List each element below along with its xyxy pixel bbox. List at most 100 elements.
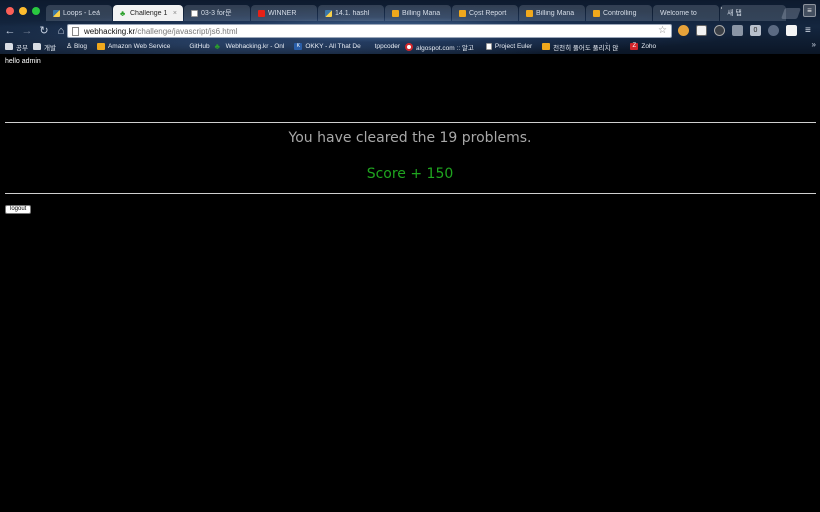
okky-icon: K bbox=[294, 43, 303, 50]
tab-label: Welcome to bbox=[660, 9, 697, 17]
bookmark-study[interactable]: 공부 bbox=[5, 42, 28, 52]
bookmark-label: GitHub bbox=[189, 43, 210, 50]
bookmark-label: 공부 bbox=[16, 44, 28, 52]
bookmark-blog[interactable]: ♙ Blog bbox=[66, 43, 87, 50]
bookmarks-overflow-icon[interactable]: » bbox=[812, 40, 816, 49]
box-icon bbox=[526, 9, 533, 17]
bookmark-label: OKKY - All That De bbox=[305, 43, 361, 50]
box-icon bbox=[392, 9, 399, 17]
bookmark-star-icon[interactable]: ☆ bbox=[658, 25, 667, 37]
tab-hashlib[interactable]: 14.1. hashl bbox=[318, 5, 384, 21]
tab-billing-2[interactable]: Billing Mana bbox=[519, 5, 585, 21]
tab-for-loop[interactable]: 03-3 for문 bbox=[184, 5, 250, 21]
zoho-icon: Z bbox=[630, 43, 639, 50]
tab-challenge[interactable]: ♣ Challenge 1 × bbox=[113, 5, 183, 21]
badge-ext-icon[interactable]: 0 bbox=[750, 25, 761, 36]
document-icon bbox=[191, 9, 198, 17]
bookmark-label: Webhacking.kr - Onl bbox=[225, 43, 285, 50]
box-icon bbox=[542, 43, 551, 50]
page-content: hello admin You have cleared the 19 prob… bbox=[0, 54, 820, 512]
tab-controlling[interactable]: Controlling bbox=[586, 5, 652, 21]
folder-icon bbox=[32, 43, 41, 50]
address-bar[interactable]: webhacking.kr/challenge/javascript/js6.h… bbox=[67, 24, 672, 38]
tab-label: Billing Mana bbox=[402, 9, 441, 17]
cleared-message: You have cleared the 19 problems. bbox=[288, 130, 532, 146]
divider-bottom bbox=[5, 193, 816, 194]
box-icon bbox=[459, 9, 466, 17]
bookmark-aws[interactable]: Amazon Web Service bbox=[96, 43, 171, 50]
greeting-text: hello admin bbox=[5, 58, 41, 65]
bookmark-github[interactable]: GitHub bbox=[180, 43, 209, 50]
bookmark-project-euler[interactable]: Project Euler bbox=[485, 43, 533, 50]
bookmark-label: topcoder bbox=[374, 43, 401, 50]
profile-menu-icon[interactable]: ≡ bbox=[803, 4, 816, 17]
github-icon bbox=[180, 43, 186, 50]
tab-winner[interactable]: WINNER bbox=[251, 5, 317, 21]
zoom-window-button[interactable] bbox=[32, 7, 40, 15]
bookmark-label: Amazon Web Service bbox=[107, 43, 171, 50]
minimize-window-button[interactable] bbox=[19, 7, 27, 15]
tab-label: 새 탭 bbox=[727, 10, 742, 17]
tab-label: Controlling bbox=[603, 9, 637, 17]
bookmark-label: Zoho bbox=[641, 43, 657, 50]
clover-icon: ♣ bbox=[214, 42, 220, 51]
person-icon: ♙ bbox=[65, 43, 73, 50]
clover-icon: ♣ bbox=[120, 8, 126, 18]
bookmark-label: algospot.com :: 알고 bbox=[416, 44, 474, 52]
home-icon[interactable]: ⌂ bbox=[54, 24, 68, 38]
cookie-icon[interactable] bbox=[678, 25, 689, 36]
back-arrow-icon[interactable]: ← bbox=[3, 24, 17, 38]
tab-cost-report[interactable]: Cost Report bbox=[452, 5, 518, 21]
logout-button[interactable]: logout bbox=[5, 205, 32, 214]
tab-loops[interactable]: Loops - Lea bbox=[46, 5, 112, 21]
page-icon bbox=[72, 26, 79, 36]
toolbar: ← → ↻ ⌂ webhacking.kr/challenge/javascri… bbox=[0, 22, 820, 40]
tab-close-icon[interactable]: × bbox=[173, 10, 177, 17]
bookmark-zoho[interactable]: Z Zoho bbox=[630, 43, 656, 50]
divider-top bbox=[5, 122, 816, 123]
url-host: webhacking.kr bbox=[84, 26, 136, 36]
document-icon bbox=[485, 43, 492, 50]
tab-label: 14.1. hashl bbox=[335, 9, 370, 17]
url-path: /challenge/javascript/js6.html bbox=[135, 26, 238, 36]
python-icon bbox=[325, 9, 332, 17]
bookmark-label: Blog bbox=[73, 43, 87, 50]
screen-ext-icon[interactable] bbox=[732, 25, 743, 36]
forward-arrow-icon[interactable]: → bbox=[20, 24, 34, 38]
tab-label: Challenge 1 bbox=[130, 9, 168, 17]
tab-welcome[interactable]: Welcome to bbox=[653, 5, 719, 21]
refresh-ext-icon[interactable] bbox=[714, 25, 725, 36]
tab-label: Loops - Lea bbox=[63, 9, 100, 17]
bookmark-okky[interactable]: K OKKY - All That De bbox=[294, 43, 361, 50]
box-icon bbox=[96, 43, 105, 50]
youtube-icon bbox=[258, 9, 265, 17]
blank-ext-icon[interactable] bbox=[786, 25, 797, 36]
bookmark-topcoder[interactable]: topcoder bbox=[375, 43, 400, 50]
tab-billing-1[interactable]: Billing Mana bbox=[385, 5, 451, 21]
bookmark-dev[interactable]: 개발 bbox=[32, 42, 56, 52]
folder-icon bbox=[5, 43, 13, 50]
tab-label: WINNER bbox=[268, 9, 297, 17]
tab-label: Cost Report bbox=[469, 9, 507, 17]
tab-label: Billing Mana bbox=[536, 9, 575, 17]
bookmark-label: 개발 bbox=[43, 44, 56, 52]
bookmark-slow-solve[interactable]: 천천히 풀어도 풀리지 않 bbox=[542, 42, 618, 52]
close-window-button[interactable] bbox=[6, 7, 14, 15]
bookmark-algospot[interactable]: algospot.com :: 알고 bbox=[405, 42, 474, 52]
bookmark-label: Project Euler bbox=[494, 43, 533, 50]
tab-label: 03-3 for문 bbox=[201, 10, 232, 17]
pocket-icon[interactable] bbox=[696, 25, 707, 36]
browser-menu-icon[interactable]: ≡ bbox=[805, 25, 815, 36]
bookmark-webhacking[interactable]: ♣ Webhacking.kr - Onl bbox=[214, 42, 285, 51]
score-message: Score + 150 bbox=[366, 166, 454, 182]
tab-new-tab[interactable]: 새 탭 bbox=[720, 5, 786, 21]
target-icon bbox=[405, 42, 414, 51]
python-icon bbox=[53, 9, 60, 17]
bookmarks-bar: 공부 개발 ♙ Blog Amazon Web Service GitHub ♣… bbox=[0, 40, 820, 53]
browser-chrome: Loops - Lea ♣ Challenge 1 × 03-3 for문 WI… bbox=[0, 0, 820, 54]
globe-ext-icon[interactable] bbox=[768, 25, 779, 36]
box-icon bbox=[593, 9, 600, 17]
tab-strip: Loops - Lea ♣ Challenge 1 × 03-3 for문 WI… bbox=[46, 5, 787, 21]
bookmark-label: 천천히 풀어도 풀리지 않 bbox=[553, 44, 619, 52]
reload-icon[interactable]: ↻ bbox=[37, 24, 51, 38]
